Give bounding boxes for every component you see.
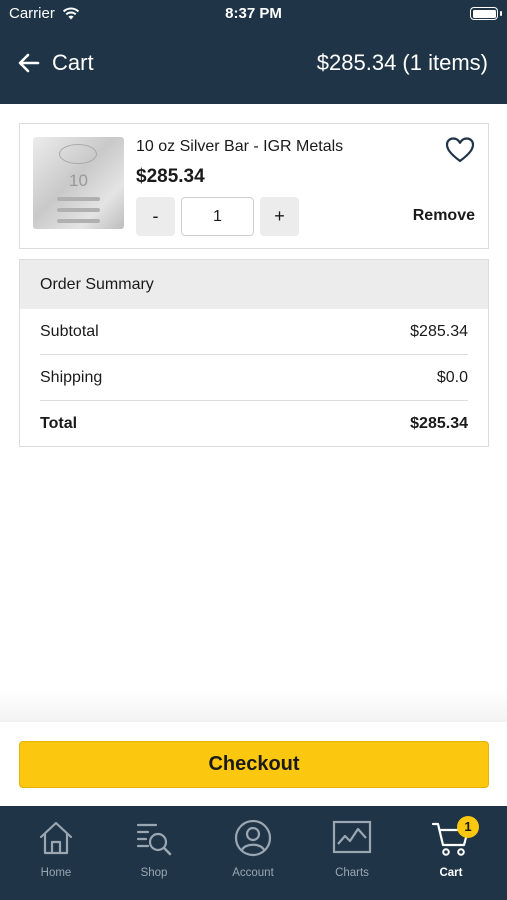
thumbnail-engraving <box>57 197 100 201</box>
thumbnail-engraving <box>57 208 100 212</box>
shipping-label: Shipping <box>40 369 103 386</box>
cart-total-header: $285.34 (1 items) <box>316 50 488 75</box>
tab-account[interactable]: Account <box>203 806 303 900</box>
checkout-bar: Checkout <box>0 722 507 806</box>
quantity-decrease-button[interactable]: - <box>136 197 175 236</box>
home-icon <box>39 821 73 855</box>
total-label: Total <box>40 415 78 432</box>
favorite-heart-icon[interactable] <box>445 136 475 164</box>
tab-charts[interactable]: Charts <box>302 806 402 900</box>
status-time: 8:37 PM <box>225 5 282 22</box>
cart-item-card: 10 10 oz Silver Bar - IGR Metals $285.34… <box>19 123 489 249</box>
account-icon <box>234 819 272 857</box>
order-summary-heading: Order Summary <box>20 260 488 309</box>
page-title: Cart <box>52 50 94 75</box>
tab-account-label: Account <box>232 867 274 879</box>
remove-item-button[interactable]: Remove <box>413 207 475 225</box>
tab-shop-label: Shop <box>140 867 168 879</box>
subtotal-row: Subtotal $285.34 <box>40 309 468 355</box>
product-name[interactable]: 10 oz Silver Bar - IGR Metals <box>136 138 343 156</box>
tab-bar: Home Shop Account Charts 1 Cart <box>0 806 507 900</box>
thumbnail-logo-oval <box>59 144 97 164</box>
checkout-button[interactable]: Checkout <box>19 741 489 788</box>
tab-home-label: Home <box>40 867 72 879</box>
app-header: Carrier 8:37 PM Cart $285.34 (1 items) <box>0 0 507 104</box>
scroll-fade <box>0 690 507 722</box>
thumbnail-engraving <box>57 219 100 223</box>
back-arrow-icon[interactable] <box>16 50 42 76</box>
total-row: Total $285.34 <box>40 401 468 447</box>
total-value: $285.34 <box>410 415 468 432</box>
order-summary: Order Summary Subtotal $285.34 Shipping … <box>19 259 489 447</box>
battery-nub <box>500 11 502 16</box>
product-thumbnail[interactable]: 10 <box>33 137 124 229</box>
shipping-value: $0.0 <box>436 369 468 386</box>
chart-icon <box>332 820 372 854</box>
battery-icon <box>470 7 498 20</box>
status-bar: Carrier 8:37 PM <box>0 0 507 28</box>
tab-cart-label: Cart <box>439 867 463 879</box>
tab-cart[interactable]: 1 Cart <box>401 806 501 900</box>
cart-count-badge: 1 <box>457 816 479 838</box>
tab-charts-label: Charts <box>335 867 369 879</box>
quantity-increase-button[interactable]: + <box>260 197 299 236</box>
subtotal-value: $285.34 <box>410 323 468 340</box>
quantity-input[interactable] <box>181 197 254 236</box>
shipping-row: Shipping $0.0 <box>40 355 468 401</box>
product-price: $285.34 <box>136 166 205 187</box>
tab-shop[interactable]: Shop <box>104 806 204 900</box>
subtotal-label: Subtotal <box>40 323 99 340</box>
thumbnail-number: 10 <box>69 171 88 190</box>
tab-home[interactable]: Home <box>6 806 106 900</box>
shop-search-icon <box>136 823 172 856</box>
